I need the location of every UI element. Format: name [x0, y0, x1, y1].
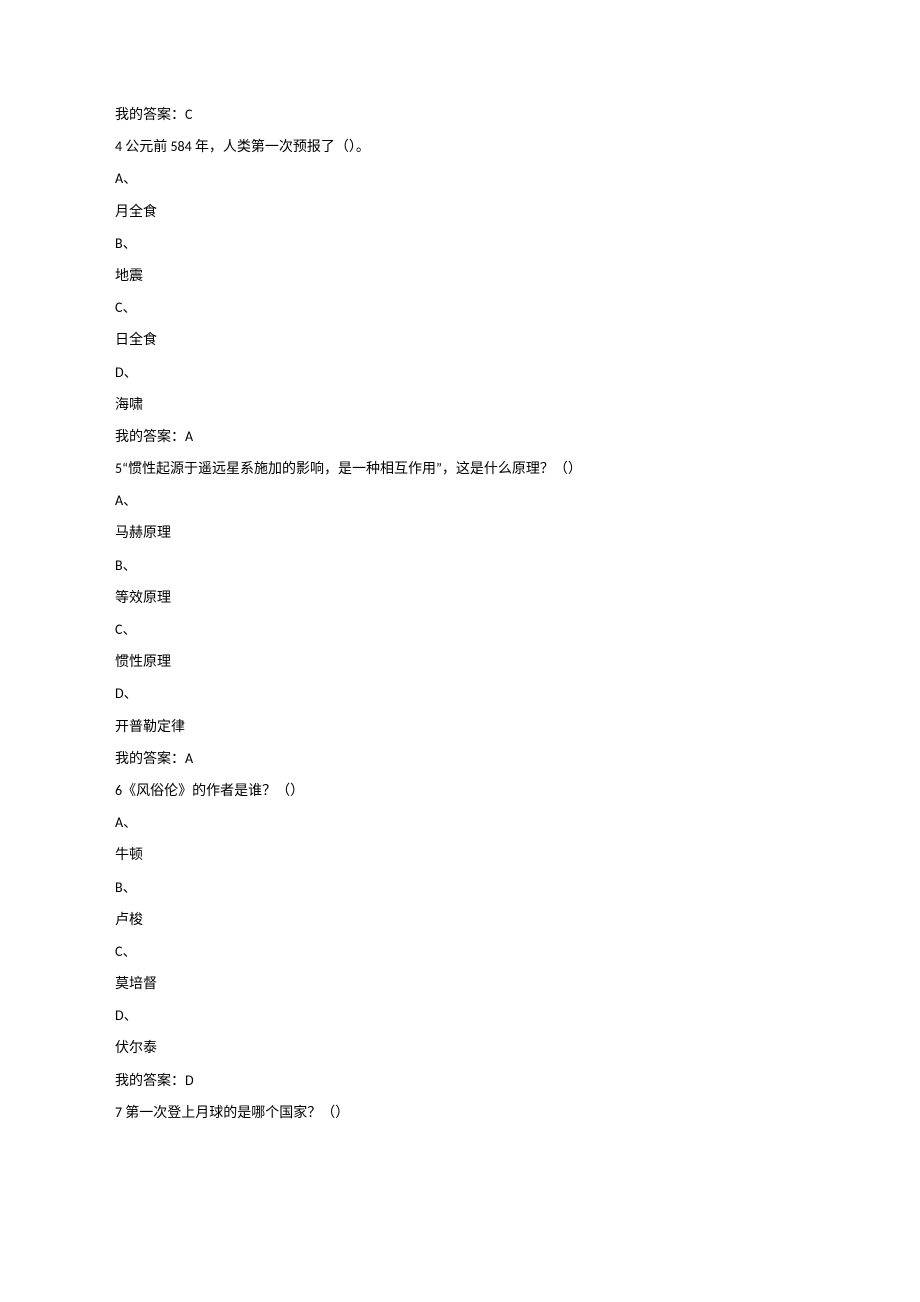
- option-D: D、: [115, 685, 138, 702]
- option-D: D、: [115, 364, 138, 381]
- opt-c-text: 日全食: [115, 331, 157, 348]
- q6-text: 《风俗伦》的作者是谁？（）: [122, 782, 304, 799]
- option-text-B: 地震: [115, 269, 805, 283]
- option-text-C: 惯性原理: [115, 655, 805, 669]
- q4-year: 584: [170, 138, 194, 155]
- option-label-B: B、: [115, 559, 805, 573]
- option-label-D: D、: [115, 1009, 805, 1023]
- option-C: C、: [115, 299, 136, 316]
- option-A: A、: [115, 170, 137, 187]
- option-label-A: A、: [115, 494, 805, 508]
- option-label-A: A、: [115, 172, 805, 186]
- option-text-A: 牛顿: [115, 848, 805, 862]
- option-text-D: 开普勒定律: [115, 720, 805, 734]
- option-B: B、: [115, 879, 137, 896]
- answer-text: 我的答案：A: [115, 428, 193, 445]
- opt-b-text: 地震: [115, 267, 143, 284]
- option-label-D: D、: [115, 687, 805, 701]
- answer-line-q5: 我的答案：A: [115, 752, 805, 766]
- question-6-stem: 6《风俗伦》的作者是谁？（）: [115, 784, 805, 798]
- q7-text: 第一次登上月球的是哪个国家？（）: [125, 1104, 349, 1121]
- opt-d-text: 伏尔泰: [115, 1039, 157, 1056]
- option-label-C: C、: [115, 945, 805, 959]
- opt-c-text: 莫培督: [115, 975, 157, 992]
- option-B: B、: [115, 235, 137, 252]
- question-7-stem: 7 第一次登上月球的是哪个国家？（）: [115, 1106, 805, 1120]
- q7-number: 7: [115, 1104, 125, 1121]
- answer-line-q3: 我的答案：C: [115, 108, 805, 122]
- q4-text-a: 公元前: [125, 138, 170, 155]
- option-C: C、: [115, 621, 136, 638]
- option-label-D: D、: [115, 366, 805, 380]
- option-B: B、: [115, 557, 137, 574]
- option-text-D: 伏尔泰: [115, 1041, 805, 1055]
- option-A: A、: [115, 814, 137, 831]
- answer-line-q6: 我的答案：D: [115, 1074, 805, 1088]
- option-A: A、: [115, 492, 137, 509]
- q5-text: “惯性起源于遥远星系施加的影响，是一种相互作用”，这是什么原理？（）: [122, 460, 582, 477]
- option-text-B: 卢梭: [115, 913, 805, 927]
- option-label-B: B、: [115, 237, 805, 251]
- answer-text: 我的答案：A: [115, 750, 193, 767]
- option-text-C: 莫培督: [115, 977, 805, 991]
- option-text-A: 月全食: [115, 205, 805, 219]
- opt-d-text: 开普勒定律: [115, 718, 185, 735]
- option-text-A: 马赫原理: [115, 526, 805, 540]
- answer-text: 我的答案：C: [115, 106, 192, 123]
- option-label-B: B、: [115, 881, 805, 895]
- option-text-C: 日全食: [115, 333, 805, 347]
- opt-a-text: 马赫原理: [115, 524, 171, 541]
- option-label-C: C、: [115, 301, 805, 315]
- opt-a-text: 牛顿: [115, 846, 143, 863]
- opt-c-text: 惯性原理: [115, 653, 171, 670]
- answer-text: 我的答案：D: [115, 1072, 194, 1089]
- question-4-stem: 4 公元前 584 年，人类第一次预报了（）。: [115, 140, 805, 154]
- question-5-stem: 5“惯性起源于遥远星系施加的影响，是一种相互作用”，这是什么原理？（）: [115, 462, 805, 476]
- q4-text-b: 年，人类第一次预报了（）。: [195, 138, 370, 155]
- option-label-C: C、: [115, 623, 805, 637]
- q4-number: 4: [115, 138, 125, 155]
- option-D: D、: [115, 1007, 138, 1024]
- opt-d-text: 海啸: [115, 396, 143, 413]
- option-text-D: 海啸: [115, 398, 805, 412]
- option-label-A: A、: [115, 816, 805, 830]
- option-C: C、: [115, 943, 136, 960]
- answer-line-q4: 我的答案：A: [115, 430, 805, 444]
- opt-a-text: 月全食: [115, 203, 157, 220]
- option-text-B: 等效原理: [115, 591, 805, 605]
- opt-b-text: 等效原理: [115, 589, 171, 606]
- opt-b-text: 卢梭: [115, 911, 143, 928]
